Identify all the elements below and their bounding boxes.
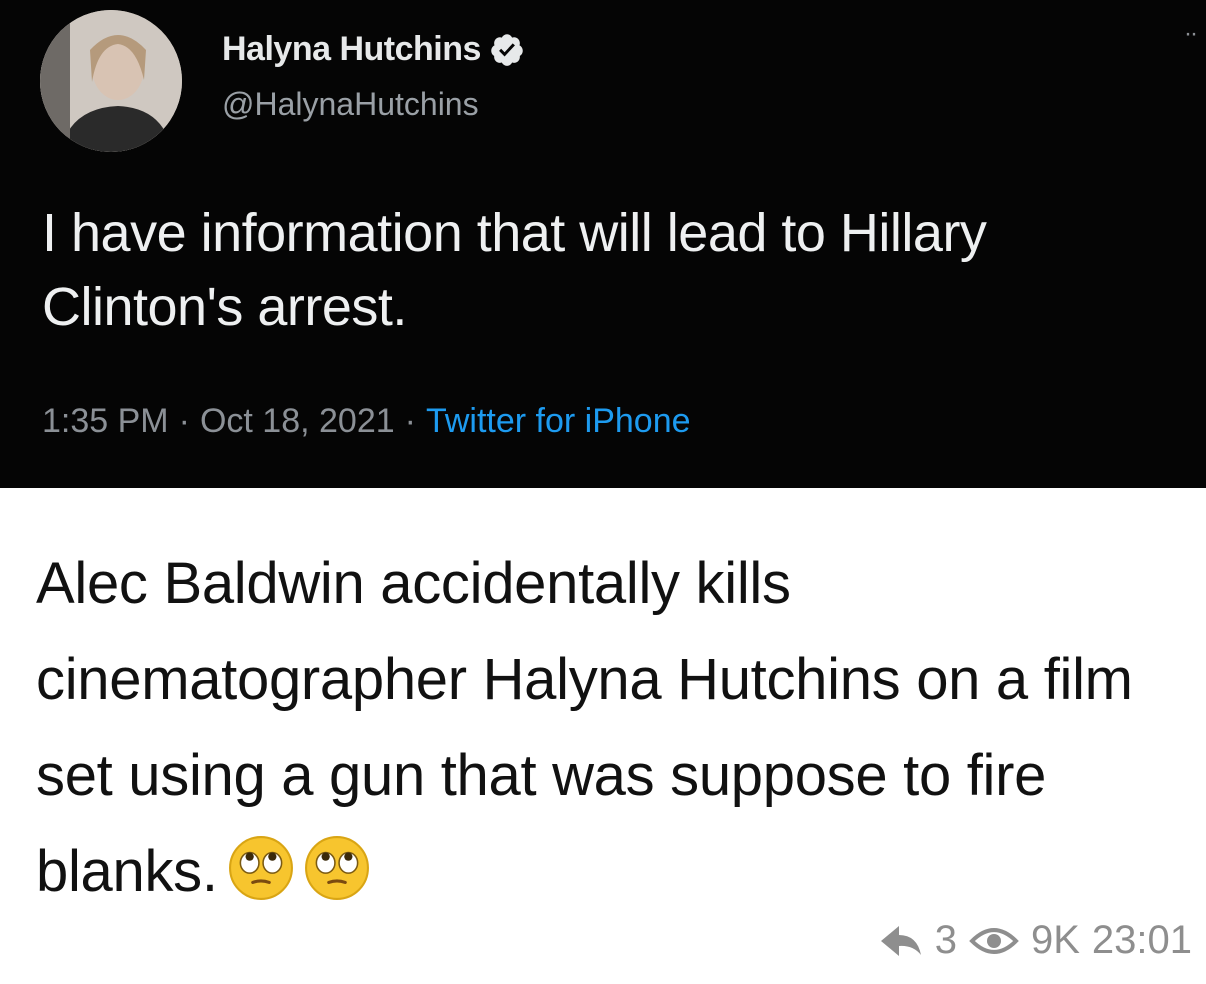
post-time: 23:01 (1091, 918, 1192, 962)
tweet-time[interactable]: 1:35 PM (42, 402, 169, 441)
more-dots-icon[interactable]: ·· (1184, 20, 1198, 48)
tweet-meta: 1:35 PM · Oct 18, 2021 · Twitter for iPh… (42, 402, 691, 441)
post-caption: Alec Baldwin accidentally kills cinemato… (36, 536, 1186, 920)
face-with-rolling-eyes-icon (304, 836, 369, 900)
embedded-tweet: Halyna Hutchins @HalynaHutchins ·· I hav… (0, 0, 1206, 488)
handle[interactable]: @HalynaHutchins (222, 86, 479, 123)
caption-text: Alec Baldwin accidentally kills cinemato… (36, 551, 1133, 904)
meta-separator: · (404, 402, 416, 440)
tweet-text: I have information that will lead to Hil… (42, 203, 987, 337)
verified-badge-icon (491, 33, 523, 66)
meta-separator: · (178, 402, 190, 440)
view-count: 9K (1030, 918, 1080, 962)
post-footer: 3 9K 23:01 (879, 918, 1192, 963)
eye-icon (969, 927, 1019, 954)
display-name[interactable]: Halyna Hutchins (222, 30, 481, 69)
reply-count: 3 (934, 918, 957, 962)
tweet-source[interactable]: Twitter for iPhone (426, 402, 691, 441)
avatar[interactable] (40, 10, 182, 152)
reply-arrow-icon[interactable] (879, 923, 923, 959)
tweet-date[interactable]: Oct 18, 2021 (200, 402, 395, 441)
face-with-rolling-eyes-icon (228, 836, 293, 900)
